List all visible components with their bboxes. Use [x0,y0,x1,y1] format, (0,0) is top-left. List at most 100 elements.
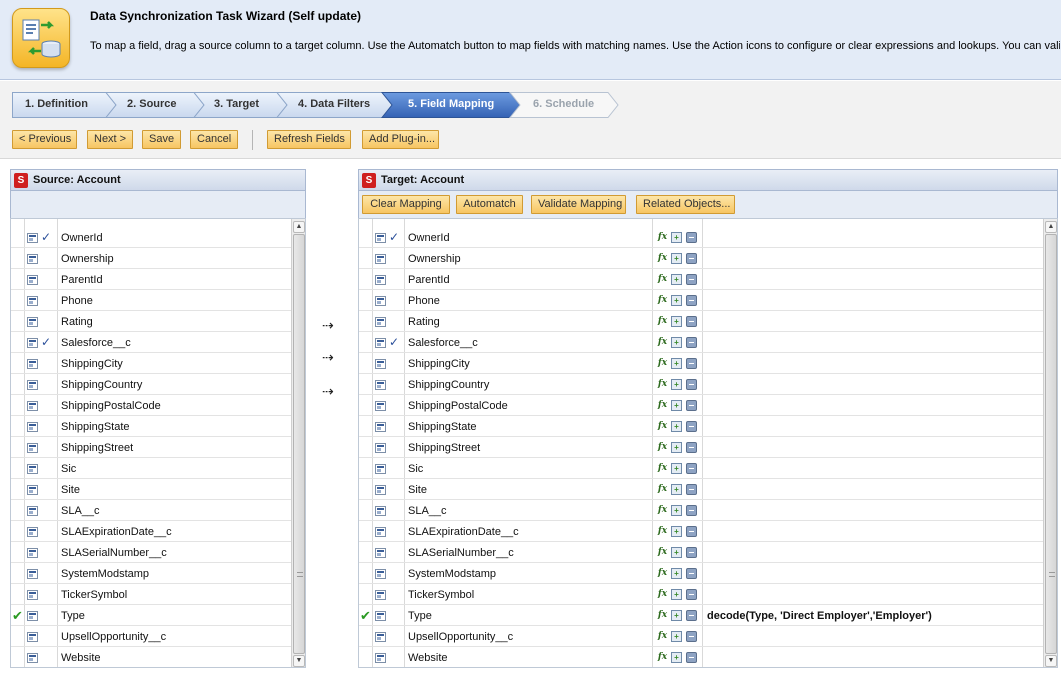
field-row[interactable]: SLAExpirationDate__c [11,521,291,542]
field-row[interactable]: Phone [11,290,291,311]
field-expression[interactable] [704,650,707,668]
field-row[interactable]: ShippingState [11,416,291,437]
clear-icon[interactable] [686,379,697,390]
fx-icon[interactable]: fx [657,358,668,369]
clear-icon[interactable] [686,295,697,306]
clear-icon[interactable] [686,631,697,642]
target-scrollbar[interactable]: ▲ ▼ [1043,219,1057,668]
field-row[interactable]: TickerSymbol [11,584,291,605]
clear-icon[interactable] [686,337,697,348]
clear-icon[interactable] [686,358,697,369]
save-button[interactable]: Save [142,130,181,149]
validate-mapping-button[interactable]: Validate Mapping [531,195,626,214]
clear-icon[interactable] [686,400,697,411]
field-name[interactable]: Website [58,650,101,668]
next-button[interactable]: Next > [87,130,133,149]
lookup-icon[interactable]: + [671,295,682,306]
lookup-icon[interactable]: + [671,589,682,600]
fx-icon[interactable]: fx [657,421,668,432]
field-row[interactable]: ShippingPostalCodefx+ [359,395,1043,416]
lookup-icon[interactable]: + [671,505,682,516]
field-row[interactable]: ✓OwnerIdfx+ [359,227,1043,248]
field-row[interactable]: UpsellOpportunity__c [11,626,291,647]
fx-icon[interactable]: fx [657,316,668,327]
field-row[interactable]: ✓Salesforce__c [11,332,291,353]
lookup-icon[interactable]: + [671,337,682,348]
field-row[interactable]: TickerSymbolfx+ [359,584,1043,605]
lookup-icon[interactable]: + [671,610,682,621]
field-row[interactable]: ✓Salesforce__cfx+ [359,332,1043,353]
fx-icon[interactable]: fx [657,631,668,642]
field-row[interactable]: SLASerialNumber__c [11,542,291,563]
field-row[interactable]: SystemModstamp [11,563,291,584]
fx-icon[interactable]: fx [657,589,668,600]
clear-icon[interactable] [686,652,697,663]
lookup-icon[interactable]: + [671,253,682,264]
clear-icon[interactable] [686,568,697,579]
field-row[interactable]: ShippingCity [11,353,291,374]
lookup-icon[interactable]: + [671,421,682,432]
fx-icon[interactable]: fx [657,505,668,516]
lookup-icon[interactable]: + [671,442,682,453]
fx-icon[interactable]: fx [657,547,668,558]
fx-icon[interactable]: fx [657,379,668,390]
field-row[interactable]: ✔Typefx+decode(Type, 'Direct Employer','… [359,605,1043,626]
field-row[interactable]: ShippingPostalCode [11,395,291,416]
field-row[interactable]: ✓OwnerId [11,227,291,248]
clear-icon[interactable] [686,505,697,516]
fx-icon[interactable]: fx [657,652,668,663]
automatch-button[interactable]: Automatch [456,195,523,214]
scroll-thumb[interactable] [293,234,305,654]
fx-icon[interactable]: fx [657,484,668,495]
fx-icon[interactable]: fx [657,526,668,537]
lookup-icon[interactable]: + [671,484,682,495]
field-row[interactable]: ShippingStreet [11,437,291,458]
field-row[interactable]: Sic [11,458,291,479]
field-row[interactable]: ShippingCityfx+ [359,353,1043,374]
scroll-up-icon[interactable]: ▲ [1045,221,1057,233]
field-row[interactable]: SLA__c [11,500,291,521]
clear-icon[interactable] [686,442,697,453]
step-field-mapping[interactable]: 5. Field Mapping [408,98,494,110]
fx-icon[interactable]: fx [657,232,668,243]
field-row[interactable]: SLA__cfx+ [359,500,1043,521]
clear-mapping-button[interactable]: Clear Mapping [362,195,450,214]
fx-icon[interactable]: fx [657,337,668,348]
field-row[interactable]: UpsellOpportunity__cfx+ [359,626,1043,647]
fx-icon[interactable]: fx [657,568,668,579]
fx-icon[interactable]: fx [657,610,668,621]
lookup-icon[interactable]: + [671,568,682,579]
field-row[interactable]: Ownershipfx+ [359,248,1043,269]
clear-icon[interactable] [686,463,697,474]
lookup-icon[interactable]: + [671,316,682,327]
field-row[interactable]: ParentId [11,269,291,290]
field-row[interactable]: ShippingStreetfx+ [359,437,1043,458]
lookup-icon[interactable]: + [671,547,682,558]
step-data-filters[interactable]: 4. Data Filters [298,98,370,110]
field-row[interactable]: Rating [11,311,291,332]
field-row[interactable]: Sitefx+ [359,479,1043,500]
field-row[interactable]: ShippingStatefx+ [359,416,1043,437]
scroll-thumb[interactable] [1045,234,1057,654]
field-row[interactable]: ShippingCountryfx+ [359,374,1043,395]
field-row[interactable]: Website [11,647,291,668]
clear-icon[interactable] [686,316,697,327]
clear-icon[interactable] [686,421,697,432]
fx-icon[interactable]: fx [657,463,668,474]
field-row[interactable]: ShippingCountry [11,374,291,395]
lookup-icon[interactable]: + [671,232,682,243]
clear-icon[interactable] [686,610,697,621]
field-row[interactable]: Sicfx+ [359,458,1043,479]
field-row[interactable]: Site [11,479,291,500]
lookup-icon[interactable]: + [671,358,682,369]
clear-icon[interactable] [686,484,697,495]
scroll-up-icon[interactable]: ▲ [293,221,305,233]
field-row[interactable]: Websitefx+ [359,647,1043,668]
lookup-icon[interactable]: + [671,379,682,390]
clear-icon[interactable] [686,232,697,243]
fx-icon[interactable]: fx [657,295,668,306]
field-row[interactable]: SLAExpirationDate__cfx+ [359,521,1043,542]
field-row[interactable]: SLASerialNumber__cfx+ [359,542,1043,563]
scroll-down-icon[interactable]: ▼ [1045,655,1057,667]
target-field-list[interactable]: ✓OwnerIdfx+Ownershipfx+ParentIdfx+Phonef… [358,218,1058,668]
